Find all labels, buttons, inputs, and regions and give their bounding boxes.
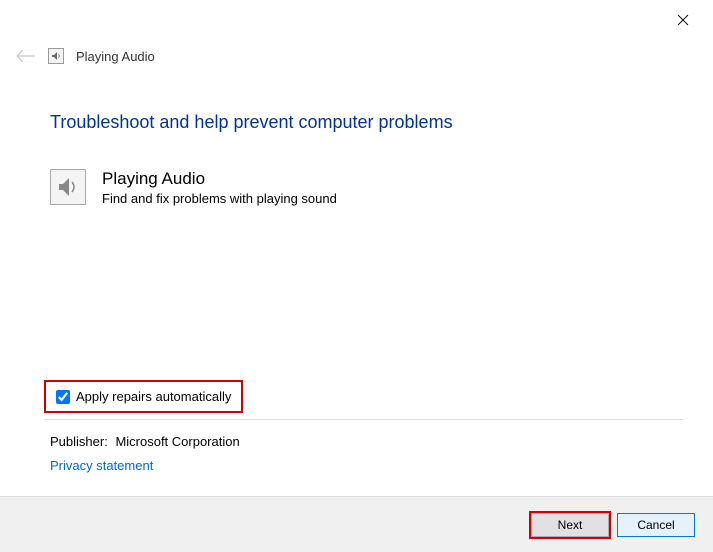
apply-repairs-option[interactable]: Apply repairs automatically	[44, 380, 243, 413]
privacy-statement-link[interactable]: Privacy statement	[50, 458, 153, 473]
divider	[44, 419, 683, 420]
back-arrow-icon	[16, 49, 36, 63]
troubleshooter-description: Find and fix problems with playing sound	[102, 191, 337, 206]
publisher-label: Publisher:	[50, 434, 108, 449]
apply-repairs-label[interactable]: Apply repairs automatically	[76, 389, 231, 404]
publisher-info: Publisher: Microsoft Corporation	[50, 434, 240, 449]
footer-bar: Next Cancel	[0, 496, 713, 552]
publisher-value: Microsoft Corporation	[115, 434, 239, 449]
troubleshooter-item: Playing Audio Find and fix problems with…	[50, 169, 683, 206]
troubleshooter-title: Playing Audio	[102, 169, 337, 189]
playing-audio-icon	[50, 169, 86, 205]
close-button[interactable]	[675, 12, 691, 28]
apply-repairs-checkbox[interactable]	[56, 390, 70, 404]
next-button[interactable]: Next	[531, 513, 609, 537]
audio-icon	[48, 48, 64, 64]
page-heading: Troubleshoot and help prevent computer p…	[50, 112, 683, 133]
cancel-button[interactable]: Cancel	[617, 513, 695, 537]
window-title: Playing Audio	[76, 49, 155, 64]
